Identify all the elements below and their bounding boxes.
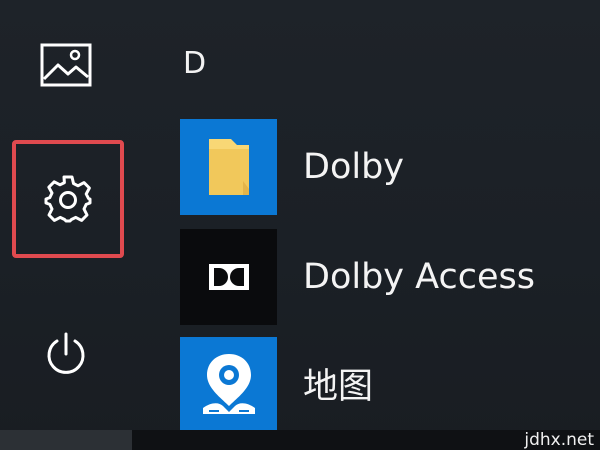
app-label: Dolby: [303, 147, 405, 187]
section-header-letter[interactable]: D: [183, 44, 206, 84]
taskbar-highlight: [0, 430, 132, 450]
taskbar-strip: [0, 430, 600, 450]
start-menu: D Dolby Dolby Access 地图 jdhx.net: [0, 0, 600, 450]
rail-photos-button[interactable]: [10, 20, 122, 110]
start-menu-rail: [0, 0, 130, 450]
app-item-dolby-access[interactable]: Dolby Access: [180, 229, 600, 325]
app-label: Dolby Access: [303, 257, 535, 297]
app-item-dolby[interactable]: Dolby: [180, 119, 600, 215]
folder-icon: [208, 139, 249, 195]
dolby-logo-icon: [208, 264, 249, 290]
app-tile: [180, 119, 277, 215]
app-tile: [180, 337, 277, 430]
power-icon: [47, 332, 85, 374]
app-tile: [180, 229, 277, 325]
app-item-maps[interactable]: 地图: [180, 337, 600, 430]
app-list: D Dolby Dolby Access 地图: [180, 0, 600, 430]
app-label: 地图: [303, 367, 374, 407]
gear-icon: [44, 175, 92, 223]
picture-icon: [40, 43, 92, 87]
rail-power-button[interactable]: [10, 305, 122, 405]
map-pin-icon: [202, 353, 255, 414]
watermark-text: jdhx.net: [524, 430, 594, 450]
rail-settings-button[interactable]: [12, 140, 124, 258]
